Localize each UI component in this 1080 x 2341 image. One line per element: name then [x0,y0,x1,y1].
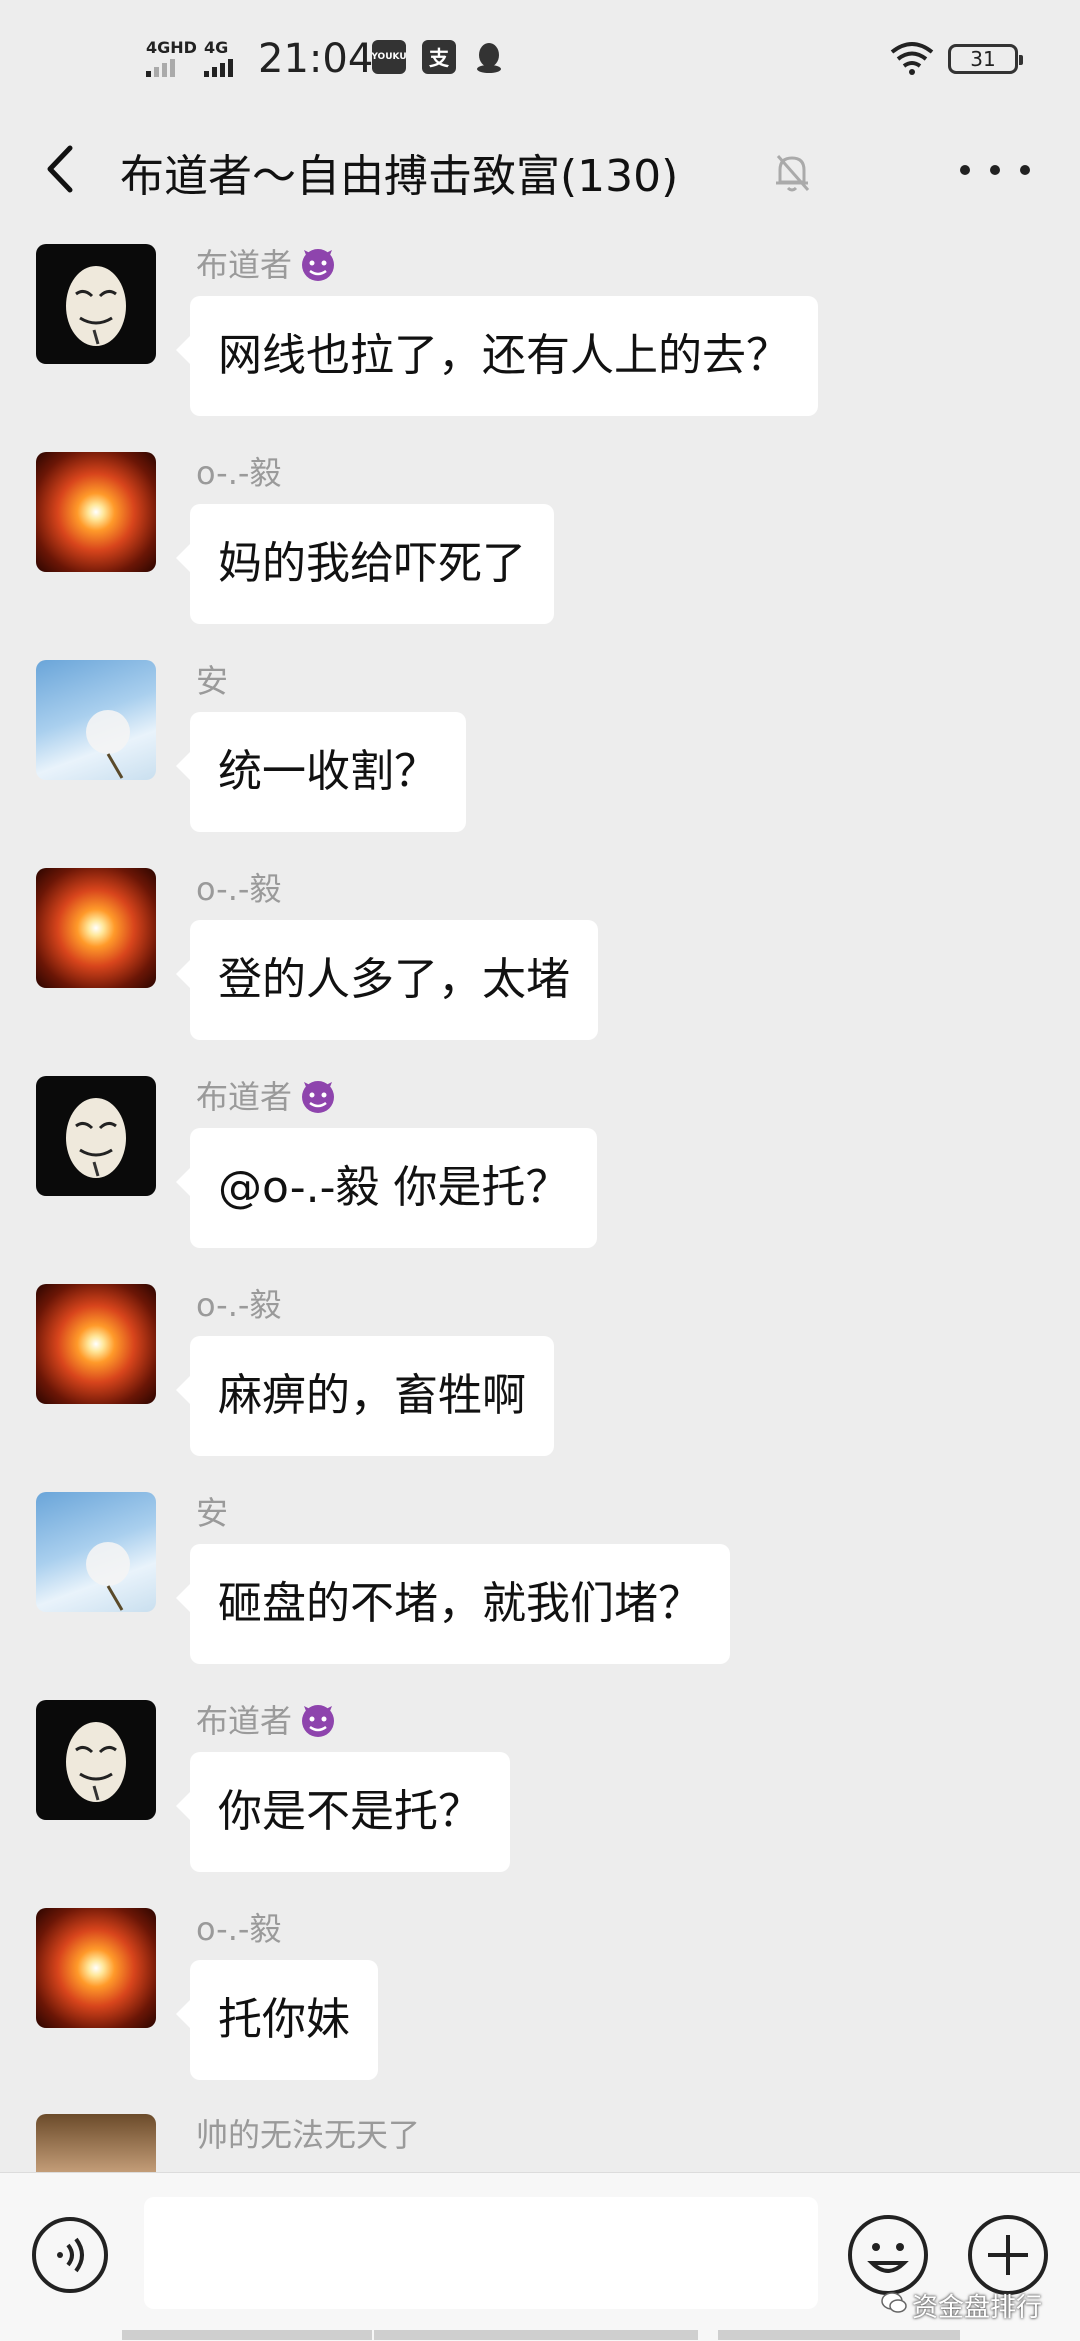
message-bubble[interactable]: 网线也拉了，还有人上的去？ [176,296,818,416]
input-bar: 资金盘排行 [0,2172,1080,2341]
svg-text:支: 支 [429,46,450,70]
message-bubble[interactable]: 托你妹 [176,1960,378,2080]
sender-name: o-.-毅 [196,1910,282,1948]
sender-name: 帅的无法无天了 [196,2116,421,2154]
sender-name: o-.-毅 [196,870,282,908]
sender-name: 布道者 [196,1072,340,1118]
chevron-left-icon [47,145,73,193]
message-bubble[interactable]: 砸盘的不堵，就我们堵？ [176,1544,730,1664]
alipay-app-icon: 支 [422,40,456,74]
network-type-label: 4GHD [146,38,197,57]
clock: 21:04 [258,36,374,82]
sender-name: 布道者 [196,240,340,286]
message-bubble[interactable]: 你是不是托？ [176,1752,510,1872]
more-options-button[interactable] [960,148,1030,192]
sender-name: 安 [196,1494,229,1532]
dot-icon [1020,165,1030,175]
sender-name: 布道者 [196,1696,340,1742]
mask-avatar[interactable] [36,1700,156,1820]
more-functions-button[interactable] [966,2213,1050,2297]
message-bubble[interactable]: 妈的我给吓死了 [176,504,554,624]
devil-emoji-icon [302,249,335,281]
voice-input-button[interactable] [30,2215,110,2295]
back-button[interactable] [38,144,88,194]
dot-icon [990,165,1000,175]
status-bar: 4GHD 4G 21:04 YOUKU 支 31 [0,0,1080,120]
wechat-logo-icon [880,2289,908,2317]
sender-name: o-.-毅 [196,454,282,492]
smiley-icon [848,2215,928,2295]
message-bubble[interactable]: 登的人多了，太堵 [176,920,598,1040]
message-bubble[interactable]: 统一收割？ [176,712,466,832]
burst-avatar[interactable] [36,868,156,988]
watermark: 资金盘排行 [912,2293,1043,2323]
chat-header: 布道者～自由搏击致富(130) [0,120,1080,220]
nav-strip [374,2330,698,2340]
mute-bell-icon [772,150,812,194]
plus-icon [968,2215,1048,2295]
signal-bars-icon [146,59,197,77]
nav-strip [122,2330,372,2340]
signal-indicator-1: 4GHD [146,38,197,77]
message-input[interactable] [144,2197,818,2309]
network-type-label: 4G [204,38,229,57]
mask-avatar[interactable] [36,1076,156,1196]
youku-app-icon: YOUKU [371,40,407,74]
mask-avatar[interactable] [36,244,156,364]
chat-title: 布道者～自由搏击致富(130) [120,151,679,202]
wifi-icon [888,40,936,76]
dandelion-avatar[interactable] [36,660,156,780]
signal-bars-icon [204,59,233,77]
message-bubble[interactable]: 麻痹的，畜牲啊 [176,1336,554,1456]
dot-icon [960,165,970,175]
nav-strip [718,2330,960,2340]
battery-indicator: 31 [948,44,1023,74]
emoji-button[interactable] [846,2213,930,2297]
sender-name: 安 [196,662,229,700]
burst-avatar[interactable] [36,1908,156,2028]
sender-name: o-.-毅 [196,1286,282,1324]
voice-icon [32,2217,108,2293]
dandelion-avatar[interactable] [36,1492,156,1612]
signal-indicator-2: 4G [204,38,233,77]
message-bubble[interactable]: @o-.-毅 你是托？ [175,1128,598,1248]
qq-app-icon [472,40,506,74]
devil-emoji-icon [302,1705,335,1737]
burst-avatar[interactable] [36,1284,156,1404]
burst-avatar[interactable] [36,452,156,572]
devil-emoji-icon [302,1081,335,1113]
